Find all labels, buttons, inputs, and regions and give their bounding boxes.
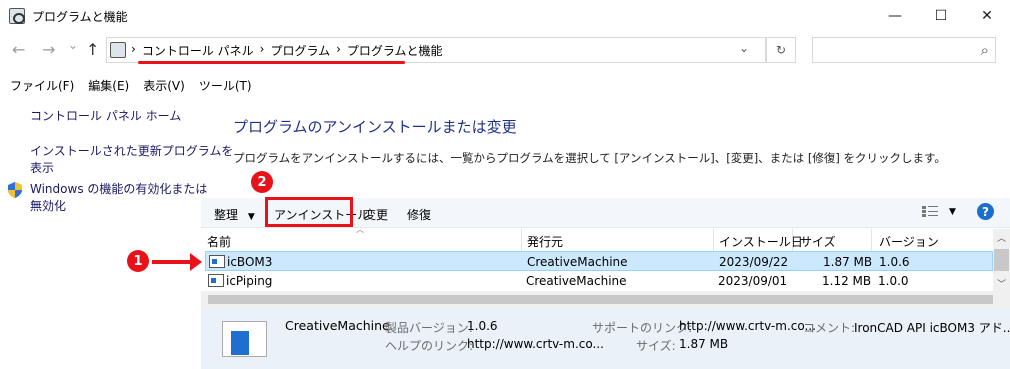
menu-tools[interactable]: ツール(T)	[199, 77, 252, 94]
breadcrumb-separator: ›	[336, 42, 341, 56]
column-publisher[interactable]: 発行元	[527, 233, 563, 250]
forward-arrow-icon[interactable]: →	[42, 40, 55, 59]
row-date: 2023/09/22	[719, 255, 789, 269]
menu-view[interactable]: 表示(V)	[143, 77, 185, 94]
column-size[interactable]: サイズ	[800, 233, 836, 250]
annotation-badge-1: 1	[127, 250, 149, 272]
column-name[interactable]: 名前	[207, 233, 231, 250]
menu-file[interactable]: ファイル(F)	[10, 77, 74, 94]
close-button[interactable]: ✕	[964, 0, 1010, 32]
help-icon[interactable]: ?	[977, 203, 994, 220]
windows-features-link[interactable]: Windows の機能の有効化または 無効化	[30, 181, 207, 215]
details-version: 1.0.6	[467, 319, 498, 333]
refresh-icon[interactable]: ↻	[766, 37, 796, 63]
minimize-button[interactable]: —	[872, 0, 918, 32]
control-panel-home-link[interactable]: コントロール パネル ホーム	[30, 108, 181, 125]
column-divider	[792, 229, 793, 251]
column-divider	[713, 229, 714, 251]
annotation-badge-2: 2	[251, 171, 273, 193]
row-version: 1.0.6	[879, 255, 910, 269]
link-text: インストールされた更新プログラムを	[30, 144, 234, 158]
breadcrumb-control-panel[interactable]: コントロール パネル	[142, 42, 254, 59]
window-title: プログラムと機能	[32, 10, 128, 24]
view-caret-icon[interactable]: ▼	[949, 207, 956, 217]
address-bar[interactable]: › コントロール パネル › プログラム › プログラムと機能 ⌄	[106, 37, 766, 63]
menu-bar: ファイル(F) 編集(E) 表示(V) ツール(T)	[10, 77, 252, 94]
row-size: 1.87 MB	[823, 255, 873, 269]
scroll-thumb[interactable]	[994, 249, 1009, 271]
maximize-button[interactable]: ☐	[918, 0, 964, 32]
details-version-label: 製品バージョン:	[385, 321, 473, 335]
details-support-link[interactable]: http://www.crtv-m.co...	[679, 319, 816, 333]
program-icon	[209, 255, 225, 268]
details-comment-label: コメント:	[803, 321, 856, 335]
row-name: icBOM3	[227, 255, 273, 269]
details-comment: IronCAD API icBOM3 アド...	[854, 321, 1010, 335]
recent-dropdown-icon[interactable]: ⌄	[68, 38, 78, 52]
page-title: プログラムのアンインストールまたは変更	[233, 118, 517, 136]
caret-down-icon: ▼	[247, 212, 255, 222]
horizontal-scroll-thumb[interactable]	[208, 295, 993, 304]
row-publisher: CreativeMachine	[526, 274, 627, 288]
control-panel-icon	[9, 8, 25, 24]
details-publisher: CreativeMachine	[285, 318, 390, 333]
page-description: プログラムをアンインストールするには、一覧からプログラムを選択して [アンインス…	[233, 151, 946, 165]
details-help-label: ヘルプのリンク:	[385, 339, 474, 353]
vertical-scrollbar[interactable]: ︿ ﹀	[993, 229, 1010, 291]
annotation-underline	[138, 61, 405, 64]
details-help-link[interactable]: http://www.crtv-m.co...	[467, 337, 604, 351]
column-version[interactable]: バージョン	[879, 233, 939, 250]
column-divider	[521, 229, 522, 251]
row-date: 2023/09/01	[718, 274, 788, 288]
table-header	[201, 229, 993, 251]
annotation-highlight-box	[265, 197, 353, 227]
table-row[interactable]: icPiping CreativeMachine 2023/09/01 1.12…	[205, 271, 993, 291]
sort-caret-icon: ︿	[356, 225, 364, 234]
breadcrumb: › コントロール パネル › プログラム › プログラムと機能	[131, 42, 443, 59]
column-install-date[interactable]: インストール日	[719, 233, 803, 250]
link-text: Windows の機能の有効化または	[30, 182, 208, 196]
menu-edit[interactable]: 編集(E)	[88, 77, 129, 94]
up-arrow-icon[interactable]: ↑	[86, 40, 99, 59]
row-publisher: CreativeMachine	[527, 255, 628, 269]
back-arrow-icon[interactable]: ←	[12, 40, 25, 59]
breadcrumb-programs-features[interactable]: プログラムと機能	[347, 42, 443, 59]
table-row[interactable]: icBOM3 CreativeMachine 2023/09/22 1.87 M…	[205, 251, 993, 271]
breadcrumb-separator: ›	[259, 42, 265, 56]
installed-updates-link[interactable]: インストールされた更新プログラムを 表示	[30, 143, 233, 177]
organize-label: 整理	[214, 208, 239, 222]
scroll-up-icon[interactable]: ︿	[997, 231, 1006, 244]
scroll-down-icon[interactable]: ﹀	[997, 277, 1006, 290]
shield-icon	[8, 182, 22, 198]
repair-button[interactable]: 修復	[407, 206, 431, 223]
row-version: 1.0.0	[878, 274, 909, 288]
column-divider	[871, 229, 872, 251]
breadcrumb-separator: ›	[131, 42, 136, 56]
change-button[interactable]: 変更	[364, 206, 388, 223]
link-text: 無効化	[30, 199, 67, 213]
annotation-arrowhead	[190, 253, 202, 271]
control-panel-icon	[110, 42, 126, 58]
search-icon: ⌕	[980, 41, 989, 59]
view-options-icon[interactable]	[922, 206, 938, 218]
details-support-label: サポートのリンク:	[592, 321, 693, 335]
program-icon	[208, 274, 224, 287]
title-bar	[0, 0, 1010, 32]
row-size: 1.12 MB	[822, 274, 872, 288]
breadcrumb-programs[interactable]: プログラム	[270, 42, 330, 59]
details-size: 1.87 MB	[679, 337, 729, 351]
address-dropdown-icon[interactable]: ⌄	[739, 41, 749, 55]
row-name: icPiping	[226, 274, 273, 288]
details-size-label: サイズ:	[636, 339, 676, 353]
link-text: 表示	[30, 161, 55, 175]
program-large-icon	[222, 321, 267, 357]
search-input[interactable]: ⌕	[812, 37, 996, 63]
organize-button[interactable]: 整理 ▼	[214, 206, 255, 223]
